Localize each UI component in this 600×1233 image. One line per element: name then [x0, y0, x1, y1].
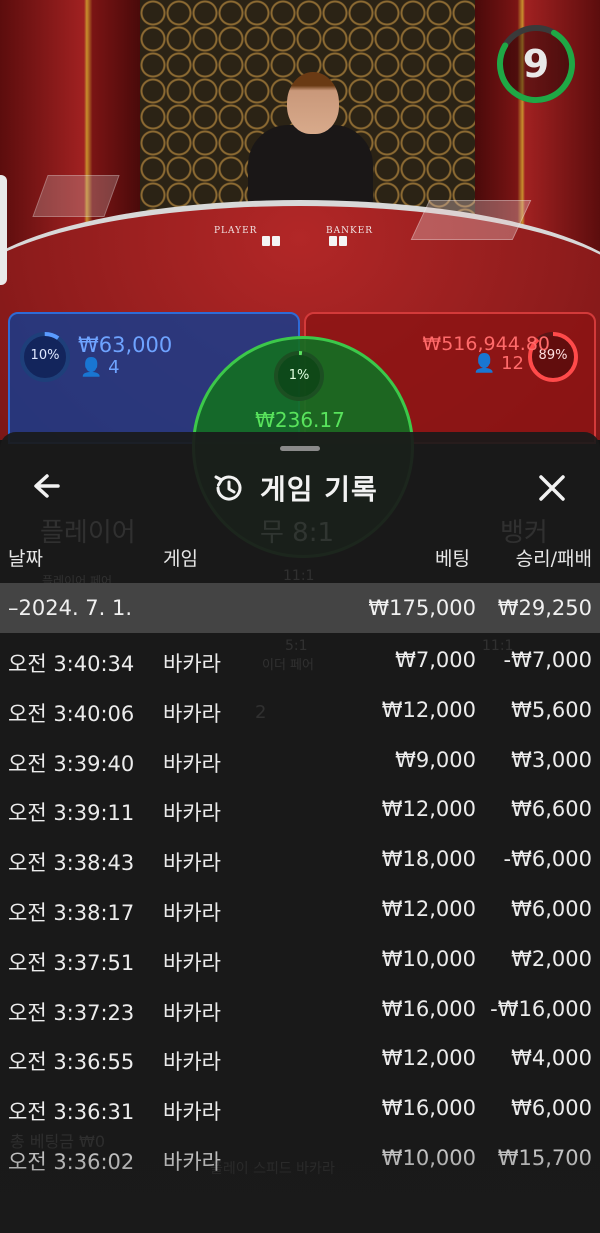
history-clock-icon	[214, 475, 242, 501]
row-bet: ₩12,000	[381, 1046, 476, 1071]
player-card	[262, 236, 270, 246]
row-result: ₩2,000	[511, 946, 592, 971]
card-shoe	[32, 175, 120, 217]
row-time: 오전 3:38:17	[8, 900, 135, 925]
column-bet: 베팅	[435, 548, 470, 570]
row-bet: ₩7,000	[395, 648, 476, 672]
history-row[interactable]: 오전 3:37:51 바카라 ₩10,000 ₩2,000	[0, 935, 600, 985]
table-label-banker: BANKER	[326, 226, 374, 236]
banker-bet-amount: ₩516,944.80	[422, 333, 550, 355]
history-row[interactable]: 오전 3:36:55 바카라 ₩12,000 ₩4,000	[0, 1034, 600, 1084]
close-icon	[539, 475, 565, 501]
panel-header: 게임 기록	[0, 462, 600, 514]
row-game: 바카라	[163, 701, 221, 726]
history-row[interactable]: 오전 3:40:06 바카라 ₩12,000 ₩5,600	[0, 686, 600, 736]
banker-bettor-count: 👤 12	[473, 353, 524, 374]
table-label-player: PLAYER	[214, 226, 258, 236]
row-result: ₩6,000	[511, 1096, 592, 1121]
row-bet: ₩10,000	[381, 1145, 476, 1170]
game-history-panel: 플레이어 무 8:1 뱅커 플레이어 페어 11:1 5:1 이더 페어 11:…	[0, 432, 600, 1233]
player-bet-amount: ₩63,000	[78, 333, 173, 357]
history-row[interactable]: 오전 3:36:31 바카라 ₩16,000 ₩6,000	[0, 1084, 600, 1134]
player-count-value: 4	[108, 357, 120, 378]
row-time: 오전 3:37:51	[8, 950, 135, 975]
row-time: 오전 3:39:11	[8, 801, 135, 826]
row-result: -₩16,000	[490, 996, 592, 1021]
row-time: 오전 3:36:55	[8, 1050, 135, 1075]
row-result: -₩7,000	[503, 648, 592, 672]
row-bet: ₩10,000	[381, 946, 476, 971]
tie-bet-amount: ₩236.17	[255, 408, 345, 432]
row-bet: ₩9,000	[395, 747, 476, 772]
player-bettor-count: 👤 4	[80, 357, 120, 378]
history-row[interactable]: 오전 3:37:23 바카라 ₩16,000 -₩16,000	[0, 985, 600, 1035]
row-time: 오전 3:39:40	[8, 751, 135, 776]
row-game: 바카라	[163, 1100, 221, 1125]
back-button[interactable]	[28, 462, 72, 514]
row-time: 오전 3:37:23	[8, 1000, 135, 1025]
row-result: ₩6,000	[511, 896, 592, 921]
close-button[interactable]	[530, 462, 574, 514]
date-group-date: –2024. 7. 1.	[8, 596, 133, 620]
row-game: 바카라	[163, 950, 221, 975]
row-game: 바카라	[163, 851, 221, 876]
history-row[interactable]: 오전 3:39:40 바카라 ₩9,000 ₩3,000	[0, 736, 600, 786]
banker-card	[329, 236, 337, 246]
panel-title-group: 게임 기록	[212, 466, 378, 510]
discard-tray	[410, 200, 532, 240]
row-bet: ₩16,000	[381, 1096, 476, 1121]
side-drawer-tab[interactable]	[0, 175, 7, 285]
panel-title: 게임 기록	[260, 473, 378, 506]
row-result: ₩5,600	[511, 697, 592, 722]
history-row[interactable]: 오전 3:38:43 바카라 ₩18,000 -₩6,000	[0, 835, 600, 885]
row-bet: ₩12,000	[381, 797, 476, 822]
row-result: ₩4,000	[511, 1046, 592, 1071]
row-time: 오전 3:38:43	[8, 851, 135, 876]
history-list: 오전 3:40:34 바카라 ₩7,000 -₩7,000 오전 3:40:06…	[0, 636, 600, 1184]
column-result: 승리/패배	[515, 548, 592, 570]
column-game: 게임	[163, 548, 198, 570]
row-game: 바카라	[163, 900, 221, 925]
arrow-left-icon	[34, 474, 60, 498]
user-icon: 👤	[472, 353, 496, 374]
row-result: -₩6,000	[503, 847, 592, 872]
row-game: 바카라	[163, 751, 221, 776]
row-bet: ₩16,000	[381, 996, 476, 1021]
bg-tie-ratio: 11:1	[283, 568, 315, 584]
date-group-result: ₩29,250	[497, 596, 592, 620]
date-group-bet: ₩175,000	[368, 596, 476, 620]
row-time: 오전 3:40:34	[8, 652, 135, 676]
dealer-head	[287, 72, 339, 134]
row-bet: ₩18,000	[381, 847, 476, 872]
history-row[interactable]: 오전 3:36:02 바카라 ₩10,000 ₩15,700	[0, 1134, 600, 1184]
row-game: 바카라	[163, 801, 221, 826]
row-game: 바카라	[163, 1149, 221, 1174]
table-header: 날짜 게임 베팅 승리/패배	[0, 544, 600, 570]
row-time: 오전 3:36:31	[8, 1100, 135, 1125]
row-time: 오전 3:36:02	[8, 1149, 135, 1174]
row-game: 바카라	[163, 652, 221, 676]
history-row[interactable]: 오전 3:38:17 바카라 ₩12,000 ₩6,000	[0, 885, 600, 935]
player-percent: 10%	[30, 348, 60, 363]
row-bet: ₩12,000	[381, 896, 476, 921]
row-result: ₩15,700	[497, 1145, 592, 1170]
player-card	[272, 236, 280, 246]
banker-count-value: 12	[501, 353, 524, 374]
history-row[interactable]: 오전 3:39:11 바카라 ₩12,000 ₩6,600	[0, 785, 600, 835]
row-time: 오전 3:40:06	[8, 701, 135, 726]
timer-value: 9	[522, 42, 550, 86]
history-row[interactable]: 오전 3:40:34 바카라 ₩7,000 -₩7,000	[0, 636, 600, 686]
row-bet: ₩12,000	[381, 697, 476, 722]
drag-handle[interactable]	[280, 446, 320, 451]
row-result: ₩3,000	[511, 747, 592, 772]
banker-card	[339, 236, 347, 246]
row-game: 바카라	[163, 1000, 221, 1025]
date-group-row[interactable]: –2024. 7. 1. ₩175,000 ₩29,250	[0, 583, 600, 633]
row-result: ₩6,600	[511, 797, 592, 822]
user-icon: 👤	[80, 357, 103, 378]
tie-percent: 1%	[288, 368, 310, 383]
row-game: 바카라	[163, 1050, 221, 1075]
column-date: 날짜	[8, 548, 43, 570]
